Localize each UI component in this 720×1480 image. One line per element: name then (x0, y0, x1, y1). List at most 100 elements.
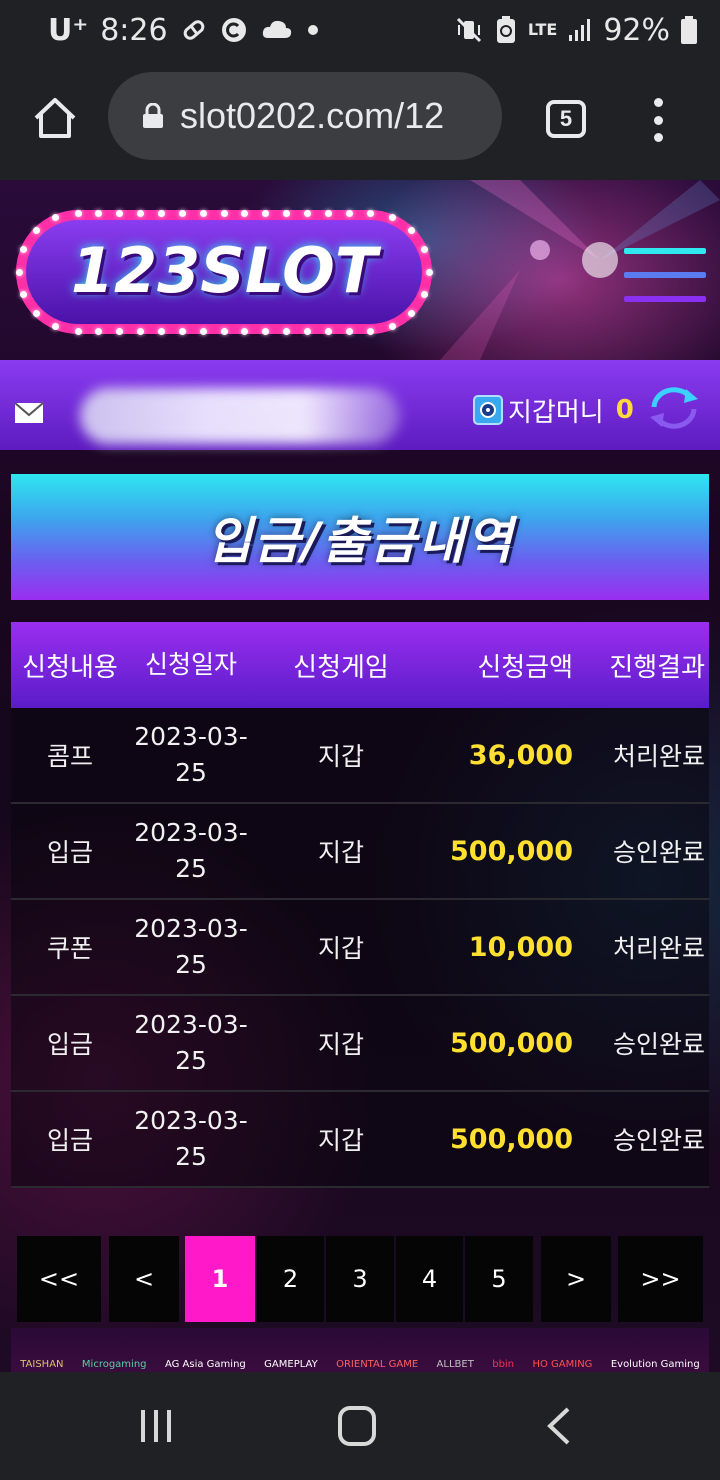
transaction-table: 신청내용 신청일자 신청게임 신청금액 진행결과 콤프 2023-03-25 지… (11, 622, 709, 1188)
browser-menu-button[interactable] (648, 98, 668, 142)
pagination: << < 1 2 3 4 5 > >> (17, 1236, 707, 1324)
logo-bulb (137, 209, 145, 217)
refresh-icon[interactable] (646, 385, 702, 431)
browser-home-button[interactable] (30, 94, 80, 144)
clock: 8:26 (100, 12, 168, 48)
cell-game: 지갑 (317, 838, 364, 867)
battery-saver-icon (494, 15, 518, 45)
logo-bulb (262, 327, 270, 335)
logo-bulb (137, 327, 145, 335)
logo-bulb (303, 209, 311, 217)
logo-bulb (262, 209, 270, 217)
battery-icon (680, 15, 698, 45)
site-logo[interactable]: 123SLOT (12, 206, 436, 338)
logo-bulb (324, 209, 332, 217)
partner-logo: ORIENTAL GAME (336, 1359, 419, 1370)
tab-switcher-button[interactable]: 5 (546, 100, 586, 138)
cell-date: 2023-03-25 (134, 1106, 248, 1171)
partner-logos-strip: TAISHAN Microgaming AG Asia Gaming GAMEP… (11, 1328, 709, 1372)
dot-icon (306, 23, 320, 37)
prev-page-button[interactable]: < (109, 1236, 179, 1322)
page-title: 입금/출금내역 (205, 512, 515, 570)
user-info-redacted (80, 388, 400, 444)
next-page-button[interactable]: > (541, 1236, 611, 1322)
cell-amount: 10,000 (468, 931, 573, 963)
first-page-button[interactable]: << (17, 1236, 101, 1322)
cell-date: 2023-03-25 (134, 722, 248, 787)
cell-result: 승인완료 (612, 1030, 705, 1059)
last-page-button[interactable]: >> (618, 1236, 703, 1322)
page-button-5[interactable]: 5 (465, 1236, 533, 1322)
page-button-3[interactable]: 3 (326, 1236, 394, 1322)
page-button-2[interactable]: 2 (257, 1236, 324, 1322)
cell-type: 입금 (46, 1030, 93, 1059)
wallet-balance: 지갑머니 0 (472, 390, 634, 430)
cell-amount: 36,000 (468, 739, 573, 771)
logo-bulb (241, 209, 249, 217)
logo-bulb (345, 209, 353, 217)
cell-result: 처리완료 (612, 934, 705, 963)
lock-icon (143, 103, 163, 128)
home-button[interactable] (338, 1406, 376, 1446)
back-button[interactable] (544, 1406, 574, 1446)
cell-amount: 500,000 (450, 1027, 573, 1059)
partner-logo: bbin (492, 1359, 515, 1370)
logo-bulb (157, 209, 165, 217)
logo-bulb (366, 209, 374, 217)
partner-logo: TAISHAN (20, 1359, 64, 1370)
site-header: 123SLOT (0, 180, 720, 360)
lte-icon: LTE (528, 22, 557, 38)
cell-amount: 500,000 (450, 1123, 573, 1155)
table-row: 입금 2023-03-25 지갑 500,000 승인완료 (11, 804, 709, 900)
mail-icon[interactable] (14, 402, 44, 424)
logo-bulb (199, 209, 207, 217)
logo-bulb (220, 327, 228, 335)
home-icon (34, 98, 76, 138)
partner-logo: ALLBET (436, 1359, 474, 1370)
website: 123SLOT 지갑머니 0 입금/출금내역 신청내용 신청일자 신청게임 신청… (0, 180, 720, 1372)
carrier-label: U⁺ (48, 12, 89, 48)
logo-text: 123SLOT (70, 234, 378, 307)
partner-logo: Microgaming (81, 1359, 147, 1370)
address-bar[interactable]: slot0202.com/12 (108, 72, 502, 160)
logo-bulb (408, 310, 416, 318)
cell-type: 쿠폰 (46, 934, 93, 963)
hamburger-line (624, 248, 706, 254)
android-nav-bar (0, 1372, 720, 1480)
page-button-4[interactable]: 4 (396, 1236, 463, 1322)
cell-type: 입금 (46, 838, 93, 867)
logo-bulb (220, 209, 228, 217)
logo-bulb (32, 226, 40, 234)
recent-apps-icon (141, 1410, 171, 1442)
partner-logo: AG Asia Gaming (164, 1359, 246, 1370)
browser-toolbar: slot0202.com/12 5 (0, 60, 720, 180)
logo-bulb (303, 327, 311, 335)
logo-bulb (241, 327, 249, 335)
menu-dot (653, 98, 663, 107)
cell-game: 지갑 (317, 1126, 364, 1155)
cell-game: 지갑 (317, 934, 364, 963)
hamburger-line (624, 272, 706, 278)
cloud-icon (260, 16, 294, 44)
logo-bulb (51, 323, 59, 330)
page-button-1[interactable]: 1 (185, 1236, 255, 1322)
column-header-result: 진행결과 (609, 652, 705, 683)
hamburger-menu-button[interactable] (624, 248, 706, 308)
logo-bulb (366, 327, 374, 335)
hamburger-line (624, 296, 706, 302)
cell-game: 지갑 (317, 742, 364, 771)
logo-bulb (116, 327, 124, 335)
cell-game: 지갑 (317, 1030, 364, 1059)
table-row: 콤프 2023-03-25 지갑 36,000 처리완료 (11, 708, 709, 804)
logo-bulb (74, 327, 82, 335)
menu-dot (653, 115, 663, 125)
cell-date: 2023-03-25 (134, 818, 248, 883)
cell-result: 승인완료 (612, 838, 705, 867)
logo-bulb (283, 209, 291, 217)
logo-bulb (324, 327, 332, 335)
cell-type: 콤프 (46, 742, 93, 771)
logo-bulb (51, 213, 59, 221)
logo-bulb (178, 209, 186, 217)
wallet-label: 지갑머니 (508, 397, 604, 428)
recent-apps-button[interactable] (138, 1408, 174, 1444)
